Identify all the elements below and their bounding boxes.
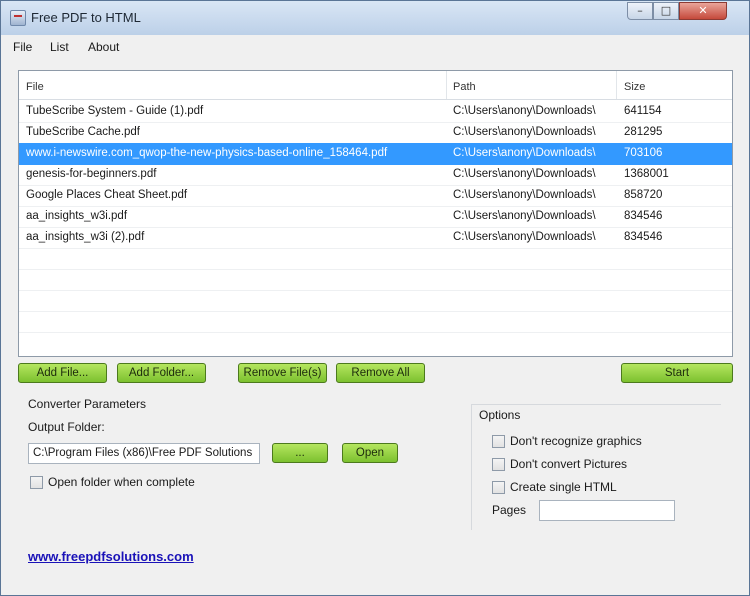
column-header-size[interactable]: Size [624,81,645,93]
title-bar[interactable]: Free PDF to HTML – □ ✕ [1,1,749,35]
open-button[interactable]: Open [342,443,398,463]
app-icon [10,10,26,26]
size-cell: 703106 [624,147,663,159]
list-item[interactable]: genesis-for-beginners.pdf C:\Users\anony… [19,164,732,186]
path-cell: C:\Users\anony\Downloads\ [453,126,596,138]
list-item[interactable]: TubeScribe System - Guide (1).pdf C:\Use… [19,101,732,123]
list-item[interactable]: TubeScribe Cache.pdf C:\Users\anony\Down… [19,122,732,144]
list-item[interactable]: aa_insights_w3i.pdf C:\Users\anony\Downl… [19,206,732,228]
file-name-cell: genesis-for-beginners.pdf [26,168,157,180]
column-header-path[interactable]: Path [453,81,476,93]
size-cell: 641154 [624,105,662,117]
output-folder-label: Output Folder: [28,420,105,434]
path-cell: C:\Users\anony\Downloads\ [453,168,596,180]
start-button[interactable]: Start [621,363,733,383]
dont-recognize-graphics-checkbox[interactable] [492,435,505,448]
file-name-cell: TubeScribe Cache.pdf [26,126,141,138]
file-name-cell: Google Places Cheat Sheet.pdf [26,189,188,201]
output-folder-field[interactable]: C:\Program Files (x86)\Free PDF Solution… [28,443,260,464]
file-name-cell: www.i-newswire.com_qwop-the-new-physics-… [26,147,388,159]
column-header-file[interactable]: File [26,81,44,93]
menu-bar: File List About [1,35,749,59]
menu-list[interactable]: List [50,40,69,54]
website-link[interactable]: www.freepdfsolutions.com [28,549,194,564]
list-header: File Path Size [19,71,732,100]
size-cell: 281295 [624,126,663,138]
maximize-button[interactable]: □ [653,2,679,20]
remove-all-button[interactable]: Remove All [336,363,425,383]
file-name-cell: aa_insights_w3i.pdf [26,210,128,222]
open-folder-checkbox[interactable] [30,476,43,489]
dont-convert-pictures-checkbox[interactable] [492,458,505,471]
list-item[interactable]: aa_insights_w3i (2).pdf C:\Users\anony\D… [19,227,732,249]
path-cell: C:\Users\anony\Downloads\ [453,210,596,222]
file-list[interactable]: File Path Size TubeScribe System - Guide… [18,70,733,357]
list-item-selected[interactable]: www.i-newswire.com_qwop-the-new-physics-… [19,143,732,165]
add-folder-button[interactable]: Add Folder... [117,363,206,383]
browse-button[interactable]: ... [272,443,328,463]
pages-input[interactable] [539,500,675,521]
add-file-button[interactable]: Add File... [18,363,107,383]
client-area: File Path Size TubeScribe System - Guide… [1,59,749,595]
minimize-button[interactable]: – [627,2,653,20]
dont-recognize-graphics-label: Don't recognize graphics [510,434,642,448]
close-button[interactable]: ✕ [679,2,727,20]
options-label: Options [477,408,523,422]
path-cell: C:\Users\anony\Downloads\ [453,189,596,201]
create-single-html-label: Create single HTML [510,480,617,494]
menu-file[interactable]: File [13,40,32,54]
path-cell: C:\Users\anony\Downloads\ [453,231,596,243]
size-cell: 1368001 [624,168,669,180]
remove-files-button[interactable]: Remove File(s) [238,363,327,383]
size-cell: 858720 [624,189,663,201]
converter-parameters-label: Converter Parameters [28,397,147,411]
size-cell: 834546 [624,231,663,243]
window-title: Free PDF to HTML [31,10,141,25]
pages-label: Pages [492,503,527,517]
dont-convert-pictures-label: Don't convert Pictures [510,457,628,471]
path-cell: C:\Users\anony\Downloads\ [453,105,596,117]
file-name-cell: TubeScribe System - Guide (1).pdf [26,105,204,117]
list-item[interactable]: Google Places Cheat Sheet.pdf C:\Users\a… [19,185,732,207]
create-single-html-checkbox[interactable] [492,481,505,494]
open-folder-label: Open folder when complete [48,475,195,489]
size-cell: 834546 [624,210,663,222]
file-name-cell: aa_insights_w3i (2).pdf [26,231,145,243]
app-window: Free PDF to HTML – □ ✕ File List About F… [0,0,750,596]
path-cell: C:\Users\anony\Downloads\ [453,147,596,159]
menu-about[interactable]: About [88,40,119,54]
